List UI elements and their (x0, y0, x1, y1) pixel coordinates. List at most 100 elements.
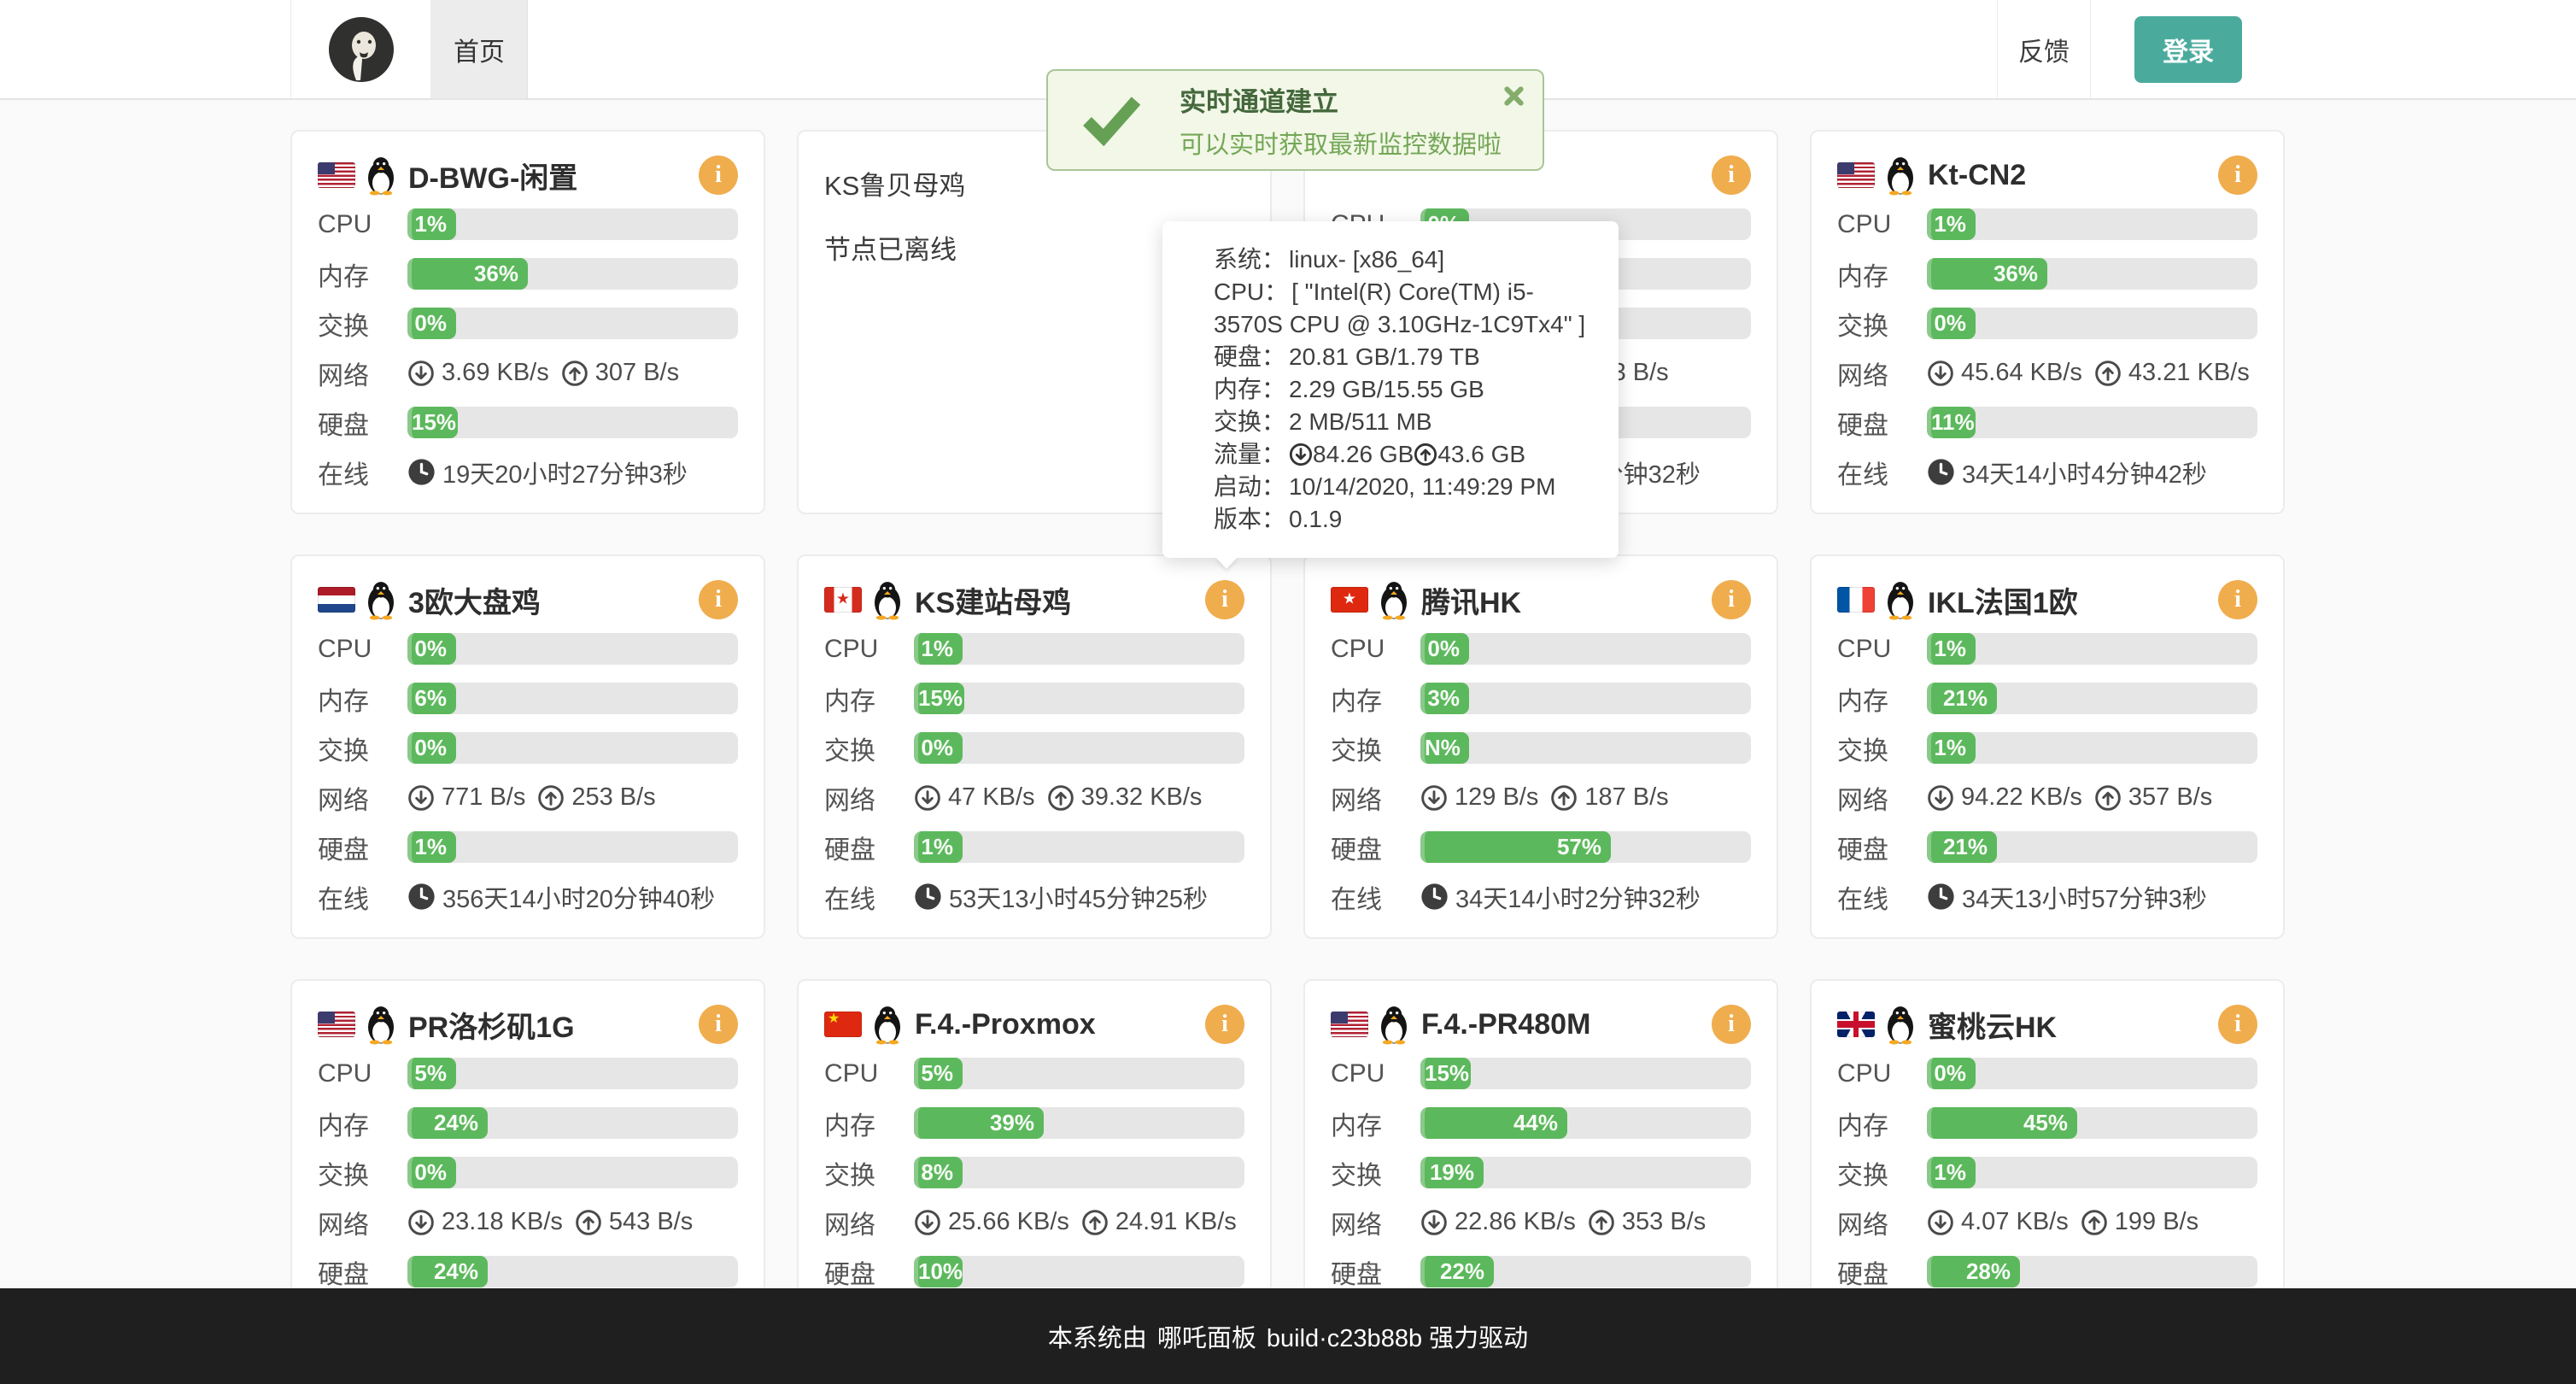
stat-label: 在线 (1837, 454, 1927, 491)
linux-tux-icon (364, 155, 398, 196)
cpu-row: CPU5% (318, 1058, 738, 1089)
usage-bar-fill: 57% (1420, 831, 1611, 863)
usage-bar-track: 6% (407, 683, 738, 714)
network-values: 129 B/s187 B/s (1420, 783, 1669, 812)
info-icon[interactable]: i (699, 155, 738, 195)
usage-bar-track: 3% (1420, 683, 1751, 714)
net-down-value: 45.64 KB/s (1961, 359, 2082, 387)
download-circle-icon (1289, 443, 1313, 466)
tooltip-arrow (1215, 557, 1238, 569)
upload-circle-icon (2094, 784, 2122, 812)
disk-row: 硬盘10% (824, 1256, 1244, 1287)
disk-row: 硬盘57% (1331, 831, 1751, 863)
stat-label: 在线 (1331, 878, 1420, 916)
tooltip-value: 2 MB/511 MB (1289, 408, 1432, 435)
net-up-value: 357 B/s (2128, 783, 2212, 812)
download-circle-icon (1420, 1209, 1448, 1236)
usage-percent: 0% (414, 636, 447, 661)
login-button[interactable]: 登录 (2134, 16, 2242, 83)
usage-bar-fill: 1% (407, 831, 456, 863)
usage-percent: 0% (414, 735, 447, 760)
tooltip-label: 版本： (1214, 506, 1285, 532)
swap-row: 交换0% (318, 308, 738, 339)
server-card: 腾讯HKiCPU0%内存3%交换N%网络129 B/s187 B/s硬盘57%在… (1303, 554, 1778, 939)
feedback-link[interactable]: 反馈 (1997, 0, 2090, 98)
usage-bar-track: 19% (1420, 1157, 1751, 1188)
footer-prefix: 本系统由 (1048, 1318, 1147, 1354)
usage-bar-track: 1% (407, 831, 738, 863)
stat-label: 在线 (824, 878, 914, 916)
uptime-clock-icon (914, 883, 942, 911)
download-circle-icon (1420, 784, 1448, 812)
card-header: 蜜桃云HKi (1837, 1000, 2257, 1049)
tooltip-value: 20.81 GB/1.79 TB (1289, 343, 1480, 370)
server-card: 3欧大盘鸡iCPU0%内存6%交换0%网络771 B/s253 B/s硬盘1%在… (290, 554, 765, 939)
info-icon[interactable]: i (699, 580, 738, 619)
uptime-value: 356天14小时20分钟40秒 (442, 879, 715, 915)
stat-label: 网络 (1331, 1204, 1420, 1241)
info-icon[interactable]: i (1712, 580, 1751, 619)
mem-row: 内存45% (1837, 1107, 2257, 1139)
usage-percent: 1% (921, 834, 953, 859)
net-up-value: 199 B/s (2115, 1208, 2198, 1236)
uptime-value-wrap: 34天14小时2分钟32秒 (1420, 879, 1701, 915)
toast-close-icon[interactable] (1502, 85, 1525, 108)
usage-percent: 28% (1966, 1258, 2011, 1284)
network-values: 94.22 KB/s357 B/s (1927, 783, 2212, 812)
usage-percent: 15% (412, 409, 456, 435)
usage-percent: 15% (1425, 1060, 1469, 1086)
upload-circle-icon (575, 1209, 602, 1236)
download-circle-icon (407, 360, 435, 387)
download-circle-icon (407, 1209, 435, 1236)
network-values: 22.86 KB/s 353 B/s (1420, 1208, 1706, 1236)
usage-percent: 1% (1934, 735, 1966, 760)
swap-row: 交换0% (318, 1157, 738, 1188)
usage-percent: 1% (1934, 1159, 1966, 1185)
nezha-panel-link[interactable]: 哪吒面板 (1157, 1318, 1256, 1354)
stat-label: 硬盘 (318, 829, 407, 866)
server-card: D-BWG-闲置iCPU1%内存36%交换0%网络3.69 KB/s307 B/… (290, 130, 765, 514)
server-name: 3欧大盘鸡 (408, 579, 699, 621)
info-icon[interactable]: i (2218, 155, 2257, 195)
disk-row: 硬盘1% (824, 831, 1244, 863)
network-values: 23.18 KB/s543 B/s (407, 1208, 693, 1236)
usage-bar-fill: 3% (1420, 683, 1469, 714)
net-row: 网络3.69 KB/s307 B/s (318, 357, 738, 389)
tooltip-label: 流量： (1214, 441, 1285, 467)
stat-label: 内存 (318, 255, 407, 293)
uptime-value: 34天13小时57分钟3秒 (1962, 879, 2207, 915)
info-icon[interactable]: i (2218, 580, 2257, 619)
toast-message: 可以实时获取最新监控数据啦 (1180, 125, 1502, 161)
usage-bar-fill: 15% (407, 407, 458, 438)
usage-percent: 39% (990, 1110, 1034, 1135)
flag-us-icon (318, 162, 355, 188)
usage-bar-fill: 24% (407, 1256, 488, 1287)
stat-label: 交换 (1837, 730, 1927, 767)
usage-percent: 24% (434, 1258, 478, 1284)
stat-label: 网络 (1837, 1204, 1927, 1241)
linux-tux-icon (870, 1004, 905, 1045)
footer: 本系统由 哪吒面板 build·c23b88b 强力驱动 (0, 1288, 2576, 1384)
usage-bar-fill: 0% (1927, 1058, 1976, 1089)
usage-bar-track: 0% (407, 308, 738, 339)
info-icon[interactable]: i (1712, 1005, 1751, 1044)
info-icon[interactable]: i (2218, 1005, 2257, 1044)
net-down-value: 22.86 KB/s (1455, 1208, 1576, 1236)
stat-label: CPU (1331, 635, 1420, 664)
uptime-row: 在线356天14小时20分钟40秒 (318, 881, 738, 912)
info-icon[interactable]: i (699, 1005, 738, 1044)
uptime-row: 在线34天14小时4分钟42秒 (1837, 456, 2257, 488)
usage-bar-track: 1% (1927, 208, 2257, 240)
stat-label: 内存 (1837, 255, 1927, 293)
logo-avatar[interactable] (290, 0, 430, 98)
net-down-value: 771 B/s (442, 783, 525, 812)
info-icon[interactable]: i (1205, 1005, 1244, 1044)
usage-bar-fill: 0% (1927, 308, 1976, 339)
usage-percent: 0% (1934, 1060, 1966, 1086)
usage-bar-track: 45% (1927, 1107, 2257, 1139)
net-up-value: 353 B/s (1622, 1208, 1706, 1236)
tab-home[interactable]: 首页 (430, 0, 528, 98)
info-icon[interactable]: i (1712, 155, 1751, 195)
info-icon[interactable]: i (1205, 580, 1244, 619)
feedback-label: 反馈 (2018, 31, 2070, 68)
